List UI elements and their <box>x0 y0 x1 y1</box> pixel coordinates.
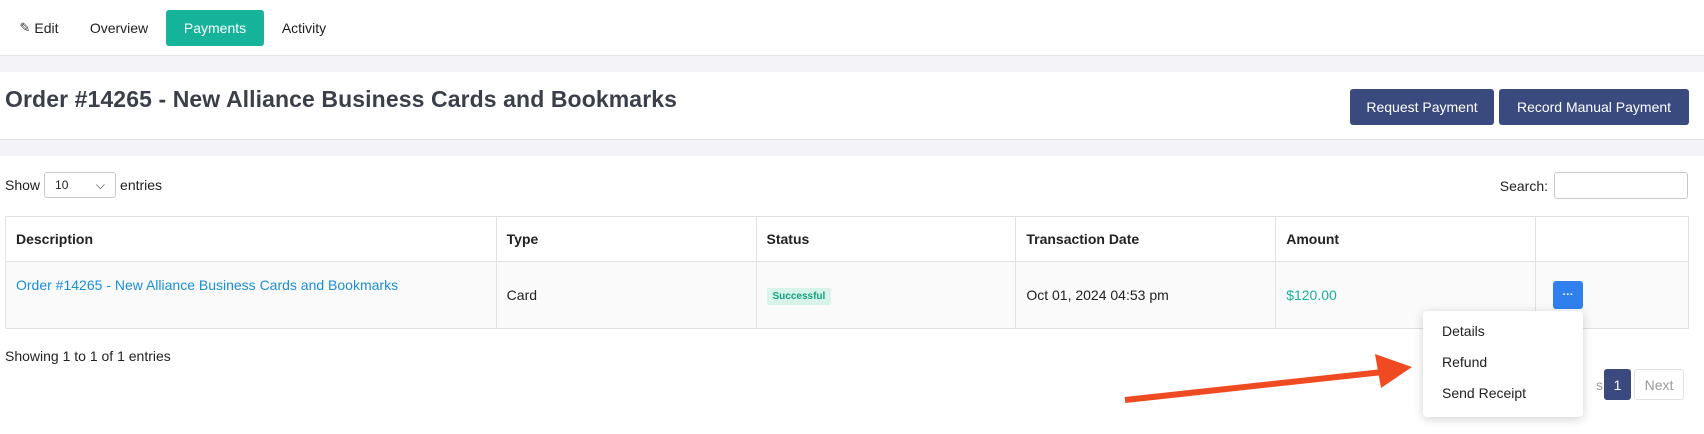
page-title: Order #14265 - New Alliance Business Car… <box>5 86 678 112</box>
row-actions-menu: Details Refund Send Receipt <box>1423 311 1583 417</box>
record-manual-payment-button[interactable]: Record Manual Payment <box>1499 89 1689 125</box>
menu-item-details[interactable]: Details <box>1442 323 1485 339</box>
status-badge: Successful <box>766 287 832 305</box>
tab-activity[interactable]: Activity <box>276 10 332 46</box>
tab-bar: ✎ Edit Overview Payments Activity <box>0 0 1704 56</box>
page-header: Order #14265 - New Alliance Business Car… <box>0 72 1704 140</box>
page-size-value: 10 <box>55 178 69 192</box>
cell-type: Card <box>495 261 757 329</box>
pagination-next[interactable]: Next <box>1634 369 1684 400</box>
tab-payments[interactable]: Payments <box>166 10 264 46</box>
more-dots-icon: ··· <box>1562 289 1574 301</box>
tab-edit-label: Edit <box>34 20 59 36</box>
column-header-status[interactable]: Status <box>755 216 1017 262</box>
cell-date: Oct 01, 2024 04:53 pm <box>1015 261 1277 329</box>
tab-overview-label: Overview <box>89 20 149 36</box>
row-actions-button[interactable]: ··· <box>1553 281 1584 309</box>
chevron-down-icon: ⌵ <box>95 177 106 192</box>
amount-value: $120.00 <box>1286 287 1337 303</box>
cell-description: Order #14265 - New Alliance Business Car… <box>5 261 497 329</box>
pencil-icon: ✎ <box>19 20 31 35</box>
column-header-actions <box>1535 216 1689 262</box>
table-info: Showing 1 to 1 of 1 entries <box>5 348 171 364</box>
tab-payments-label: Payments <box>183 20 247 36</box>
tab-activity-label: Activity <box>281 20 327 36</box>
request-payment-button[interactable]: Request Payment <box>1350 89 1494 125</box>
search-input[interactable] <box>1554 172 1688 199</box>
column-header-description[interactable]: Description <box>5 216 497 262</box>
tab-edit[interactable]: ✎ Edit <box>16 10 62 46</box>
page-size-select[interactable]: 10 ⌵ <box>44 172 117 198</box>
search-control: Search: <box>1500 172 1688 199</box>
table-header-row: Description Type Status Transaction Date… <box>5 216 1689 262</box>
order-link[interactable]: Order #14265 - New Alliance Business Car… <box>16 277 398 293</box>
show-label: Show <box>5 177 41 193</box>
search-label: Search: <box>1499 177 1548 194</box>
column-header-type[interactable]: Type <box>495 216 757 262</box>
pagination-page-1[interactable]: 1 <box>1604 369 1631 400</box>
cell-status: Successful <box>755 261 1017 329</box>
column-header-amount[interactable]: Amount <box>1275 216 1537 262</box>
page-size-control: Show 10 ⌵ entries <box>5 172 162 198</box>
column-header-transaction-date[interactable]: Transaction Date <box>1015 216 1277 262</box>
menu-item-refund[interactable]: Refund <box>1442 354 1487 370</box>
entries-label: entries <box>120 177 163 193</box>
menu-item-send-receipt[interactable]: Send Receipt <box>1442 385 1526 401</box>
tab-overview[interactable]: Overview <box>82 10 156 46</box>
